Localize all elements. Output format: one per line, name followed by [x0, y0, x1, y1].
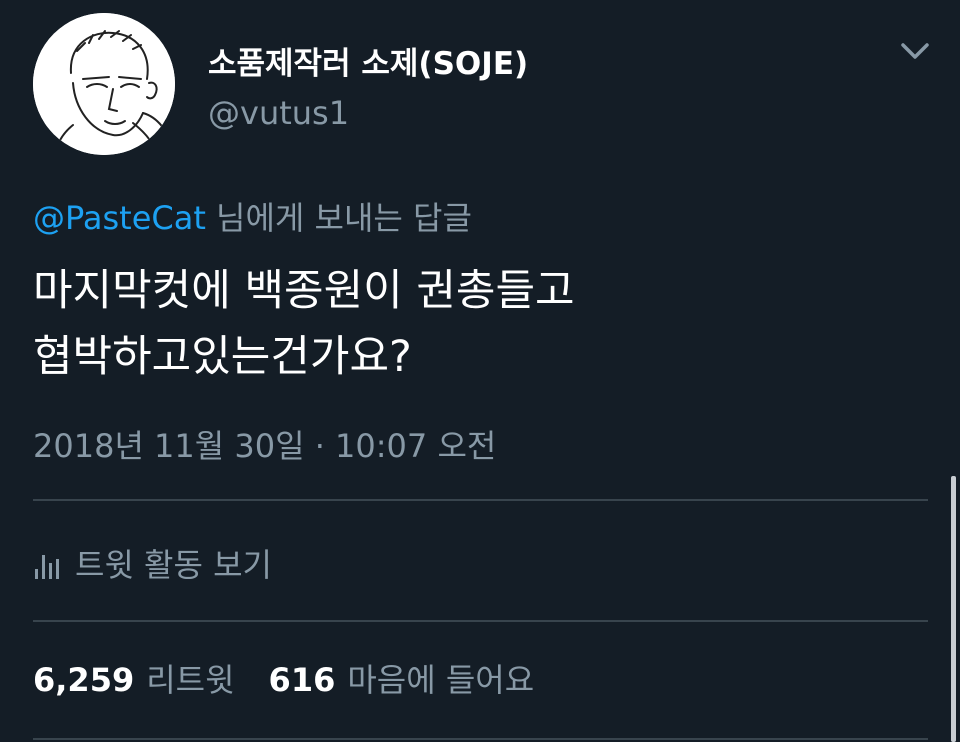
- avatar[interactable]: [33, 13, 175, 155]
- sketch-avatar-icon: [33, 13, 175, 155]
- tweet-detail-screen: 소품제작러 소제(SOJE) @vutus1 @PasteCat 님에게 보내는…: [0, 0, 960, 742]
- view-tweet-activity-button[interactable]: 트윗 활동 보기: [33, 538, 272, 588]
- view-tweet-activity-label: 트윗 활동 보기: [75, 546, 272, 584]
- tweet-text-line: 협박하고있는건가요?: [33, 332, 412, 382]
- tweet-text-line: 마지막컷에 백종원이 권총들고: [33, 266, 575, 316]
- divider: [33, 738, 928, 740]
- like-count[interactable]: 616: [269, 661, 336, 699]
- tweet-stats: 6,259 리트윗 616 마음에 들어요: [33, 655, 534, 701]
- divider: [33, 620, 928, 622]
- retweet-count[interactable]: 6,259: [33, 661, 134, 699]
- divider: [33, 499, 928, 501]
- tweet-text: 마지막컷에 백종원이 권총들고 협박하고있는건가요?: [33, 258, 913, 390]
- scrollbar[interactable]: [951, 476, 956, 742]
- reply-context: @PasteCat 님에게 보내는 답글: [33, 193, 472, 239]
- tweet-timestamp: 2018년 11월 30일 · 10:07 오전: [33, 427, 497, 465]
- bar-chart-icon: [35, 555, 59, 579]
- author-display-name[interactable]: 소품제작러 소제(SOJE): [208, 38, 528, 83]
- like-label[interactable]: 마음에 들어요: [347, 655, 534, 701]
- retweet-label[interactable]: 리트윗: [146, 655, 234, 701]
- chevron-down-icon[interactable]: [898, 36, 932, 66]
- reply-mention-link[interactable]: @PasteCat: [33, 199, 206, 237]
- reply-suffix: 님에게 보내는 답글: [205, 199, 472, 237]
- author-handle[interactable]: @vutus1: [208, 94, 349, 132]
